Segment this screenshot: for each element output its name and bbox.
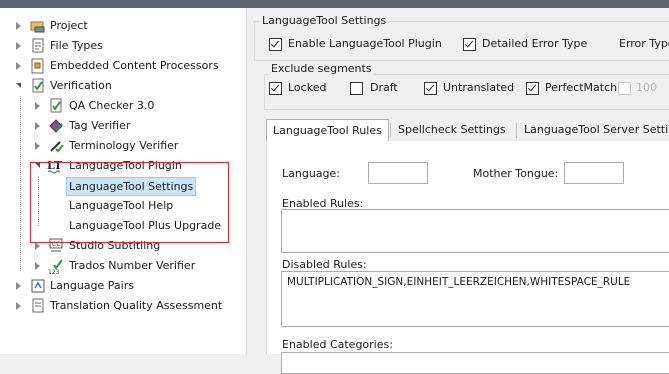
tab-spellcheck-settings[interactable]: Spellcheck Settings [392, 119, 512, 140]
detailed-error-checkbox[interactable] [463, 38, 476, 51]
tree-item-label: Translation Quality Assessment [50, 299, 223, 312]
highlight-box [30, 162, 229, 243]
tree-item-terminology-verifier[interactable]: Terminology Verifier [0, 136, 246, 156]
tree-item-label: QA Checker 3.0 [69, 99, 155, 112]
locked-checkbox[interactable] [269, 82, 282, 95]
number-verifier-icon: 123 [48, 259, 63, 274]
tab-content: Language: Mother Tongue: Enabled Rules: … [266, 141, 669, 374]
tree-item-language-pairs[interactable]: Language Pairs [0, 276, 246, 296]
expand-arrow-icon[interactable] [35, 242, 40, 250]
expand-arrow-icon[interactable] [16, 282, 21, 290]
expand-arrow-icon[interactable] [35, 142, 40, 150]
settings-panel: LanguageTool Settings Enable LanguageToo… [252, 8, 669, 374]
locked-label[interactable]: Locked [288, 81, 326, 94]
enabled-categories-textbox[interactable] [281, 352, 669, 374]
splitter[interactable] [246, 8, 247, 354]
tree-item-label: Verification [50, 79, 112, 92]
qa-checker-icon [50, 98, 62, 113]
tab-strip: LanguageTool Rules Spellcheck Settings L… [266, 119, 669, 142]
expand-arrow-icon[interactable] [35, 262, 40, 270]
detailed-error-label[interactable]: Detailed Error Type [482, 37, 587, 50]
tree-item-embedded-content-processors[interactable]: Embedded Content Processors [0, 56, 246, 76]
tree-item-project[interactable]: Project [0, 16, 246, 36]
draft-label[interactable]: Draft [370, 81, 398, 94]
expand-arrow-icon[interactable] [16, 42, 21, 50]
disabled-rules-label: Disabled Rules: [282, 258, 367, 271]
tab-languagetool-rules[interactable]: LanguageTool Rules [266, 119, 389, 142]
tree-item-qa-checker[interactable]: QA Checker 3.0 [0, 96, 246, 116]
tree-item-label: Embedded Content Processors [50, 59, 219, 72]
untranslated-label[interactable]: Untranslated [443, 81, 514, 94]
tqa-icon [32, 298, 44, 313]
window-top-bar [0, 0, 669, 8]
tree-item-label: File Types [50, 39, 103, 52]
perfectmatch-checkbox[interactable] [526, 82, 539, 95]
partial-match-label: 100 [636, 81, 657, 94]
tree-item-trados-number-verifier[interactable]: 123 Trados Number Verifier [0, 256, 246, 276]
perfectmatch-label[interactable]: PerfectMatch [545, 81, 617, 94]
untranslated-checkbox[interactable] [424, 82, 437, 95]
expand-arrow-icon[interactable] [35, 122, 40, 130]
tree-item-label: Project [50, 19, 88, 32]
tree-item-file-types[interactable]: File Types [0, 36, 246, 56]
language-input[interactable] [368, 162, 428, 184]
tab-separator [516, 123, 517, 138]
enabled-categories-label: Enabled Categories: [282, 338, 393, 351]
disabled-rules-value: MULTIPLICATION_SIGN,EINHEIT_LEERZEICHEN,… [287, 276, 631, 288]
tree-item-translation-quality-assessment[interactable]: Translation Quality Assessment [0, 296, 246, 316]
tree-item-label: Tag Verifier [69, 119, 131, 132]
language-label: Language: [282, 167, 340, 180]
file-types-icon [32, 38, 44, 53]
enable-plugin-checkbox[interactable] [269, 38, 282, 51]
expand-arrow-icon[interactable] [35, 102, 40, 110]
project-icon [30, 21, 45, 33]
error-type-label: Error Type [619, 37, 669, 50]
tag-verifier-icon [49, 119, 63, 133]
embedded-content-icon [31, 58, 44, 74]
disabled-rules-textbox[interactable]: MULTIPLICATION_SIGN,EINHEIT_LEERZEICHEN,… [281, 271, 669, 327]
group-title: LanguageTool Settings [260, 14, 389, 27]
group-title: Exclude segments [269, 62, 374, 75]
tree-item-label: Terminology Verifier [69, 139, 179, 152]
enabled-rules-textbox[interactable] [281, 209, 669, 253]
tree-item-verification[interactable]: Verification [0, 76, 246, 96]
terminology-verifier-icon [50, 141, 64, 153]
draft-checkbox[interactable] [350, 82, 363, 95]
options-tree[interactable]: Project File Types Embedded Content Proc… [0, 8, 246, 354]
tree-item-label: Trados Number Verifier [69, 259, 196, 272]
svg-text:123: 123 [48, 269, 60, 274]
mother-tongue-label: Mother Tongue: [473, 167, 559, 180]
partial-match-checkbox[interactable] [618, 82, 631, 95]
expand-arrow-icon[interactable] [16, 62, 21, 70]
mother-tongue-input[interactable] [564, 162, 624, 184]
expand-arrow-icon[interactable] [16, 302, 21, 310]
language-pairs-icon [31, 279, 45, 293]
tab-separator [390, 123, 391, 138]
expand-arrow-icon[interactable] [16, 22, 21, 30]
enable-plugin-label[interactable]: Enable LanguageTool Plugin [288, 37, 442, 50]
tree-item-label: Language Pairs [50, 279, 134, 292]
tree-item-tag-verifier[interactable]: Tag Verifier [0, 116, 246, 136]
collapse-arrow-icon[interactable] [16, 83, 21, 88]
verification-icon [32, 78, 44, 93]
tab-languagetool-server-settings[interactable]: LanguageTool Server Settings [518, 119, 669, 140]
